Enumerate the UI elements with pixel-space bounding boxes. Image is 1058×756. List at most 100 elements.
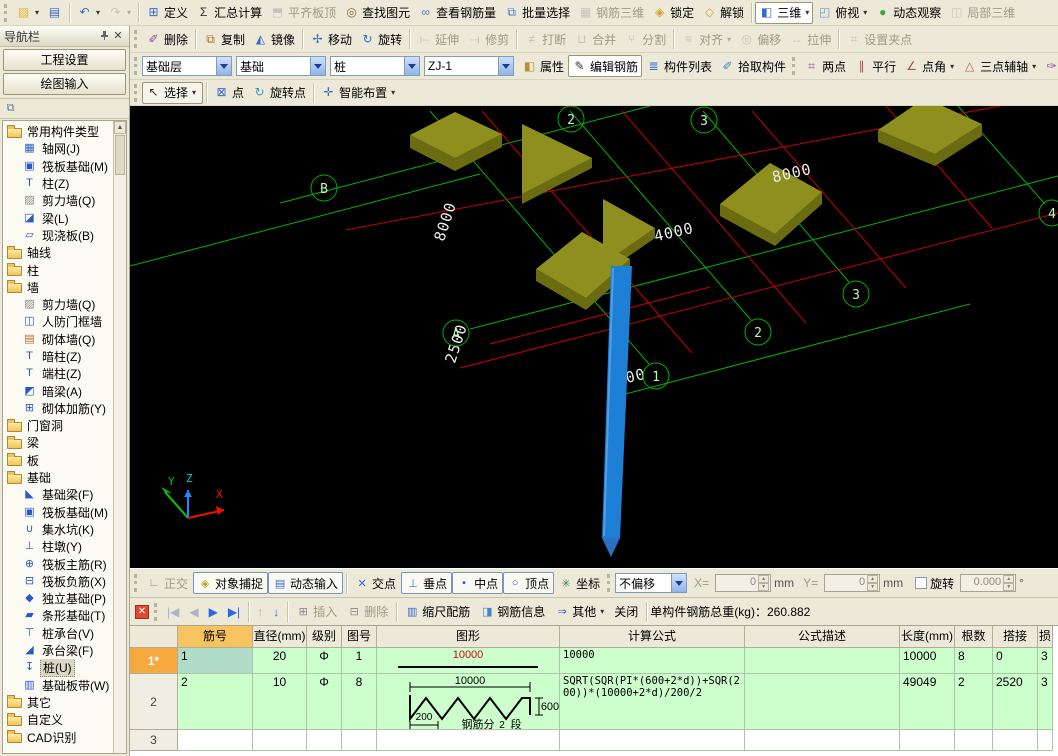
two-point-axis-button[interactable]: ⌗两点 [800,55,850,77]
toolbar-gripper[interactable] [792,57,797,75]
combo-dropdown-icon[interactable] [671,574,686,592]
sigma-button[interactable]: Σ汇总计算 [192,2,266,24]
tree-item-shear-wall[interactable]: ▨剪力墙(Q) [5,296,112,313]
tree-item-cap-beam[interactable]: ◢承台梁(F) [5,642,112,659]
toolbar-gripper[interactable] [4,4,9,22]
column-header-num[interactable] [130,626,178,648]
close-panel-icon[interactable]: ✕ [111,29,125,43]
cell-loss[interactable]: 3 [1038,674,1053,730]
rotate-spinner[interactable]: ▲▼ [1003,575,1014,591]
table-row[interactable]: 3 [130,730,1058,751]
cell-graphic[interactable]: 10000 [377,648,560,674]
select-arrow-button[interactable]: ↖选择▾ [142,82,203,104]
lock-button[interactable]: ◈锁定 [648,2,698,24]
column-header-loss[interactable]: 损 [1038,626,1053,648]
tree-scrollbar[interactable]: ▲ [113,121,126,753]
cell-formula[interactable]: 10000 [560,648,745,674]
edit-rebar-button[interactable]: ✎编辑钢筋 [568,55,642,77]
cell-tuhao[interactable] [342,730,377,751]
move-button[interactable]: ✢移动 [306,28,356,50]
tree-item-shear-wall[interactable]: ▨剪力墙(Q) [5,192,112,209]
toolbar-gripper[interactable] [134,84,139,102]
three-point-axis-button[interactable]: △三点辅轴▾ [958,55,1040,77]
view-rebar-qty-button[interactable]: ∞查看钢筋量 [414,2,500,24]
batch-select-button[interactable]: ⧉批量选择 [500,2,574,24]
tree-item-pile-cap[interactable]: ⊤桩承台(V) [5,625,112,642]
cell-count[interactable]: 8 [955,648,993,674]
mirror-button[interactable]: ◭镜像 [249,28,299,50]
cell-graphic[interactable]: 10000600200钢筋分2段 [377,674,560,730]
rotate-point-place-button[interactable]: ↻旋转点 [248,82,310,104]
table-row[interactable]: 1*120Φ1100001000010000803 [130,648,1058,674]
table-row[interactable]: 2210Φ810000600200钢筋分2段SQRT(SQR(PI*(600+2… [130,674,1058,730]
tree-item-foundation-beam[interactable]: ◣基础梁(F) [5,486,112,503]
scroll-up-icon[interactable]: ▲ [114,121,126,134]
rotate-checkbox[interactable] [915,577,927,589]
find-element-button[interactable]: ◎查找图元 [340,2,414,24]
dropdown-arrow-icon[interactable]: ▾ [727,35,731,44]
tree-item-masonry-rebar[interactable]: ⊞砌体加筋(Y) [5,400,112,417]
save-button[interactable]: ▤ [43,2,66,24]
row-header[interactable]: 2 [130,674,178,730]
tree-item-column-pier[interactable]: ⊥柱墩(Y) [5,538,112,555]
tree-item-column[interactable]: T端柱(Z) [5,365,112,382]
dropdown-arrow-icon[interactable]: ▾ [600,607,604,616]
scale-rebar-button[interactable]: ▥缩尺配筋 [400,601,475,623]
cell-lap[interactable]: 0 [993,648,1038,674]
column-header-len[interactable]: 长度(mm) [900,626,955,648]
tree-item-hidden-beam[interactable]: ◩暗梁(A) [5,382,112,399]
toolbar-gripper[interactable] [134,57,139,75]
cell-jh[interactable] [178,730,253,751]
tree-item-raft-slab[interactable]: ▣筏板基础(M) [5,504,112,521]
column-header-lap[interactable]: 搭接 [993,626,1038,648]
cell-lap[interactable] [993,730,1038,751]
column-header-level[interactable]: 级别 [307,626,342,648]
component-list-button[interactable]: ≣构件列表 [642,55,716,77]
tree-item-beam[interactable]: ◪梁(L) [5,209,112,226]
define-button[interactable]: ⊞定义 [142,2,192,24]
properties-button[interactable]: ◧属性 [518,55,568,77]
vertex-snap-button[interactable]: ○顶点 [503,572,554,594]
cell-desc[interactable] [745,730,900,751]
combo-dropdown-icon[interactable] [404,57,419,75]
tree-item-cast-slab[interactable]: ▱现浇板(B) [5,227,112,244]
column-header-desc[interactable]: 公式描述 [745,626,900,648]
other-menu-button[interactable]: ⇒其他▾ [550,601,609,623]
column-header-count[interactable]: 根数 [955,626,993,648]
cube-top-button[interactable]: ◰俯视▾ [813,2,871,24]
layer-filter-icon[interactable]: ⧉ [3,101,18,116]
component-name-combo[interactable]: ZJ-1 [424,56,514,76]
unlock-button[interactable]: ◇解锁 [698,2,748,24]
orbit-button[interactable]: ●动态观察 [871,2,945,24]
toolbar-gripper[interactable] [154,603,159,621]
cube-3d-button[interactable]: ◧三维▾ [755,2,813,24]
combo-dropdown-icon[interactable] [498,57,513,75]
cell-jh[interactable]: 2 [178,674,253,730]
column-header-tuhao[interactable]: 图号 [342,626,377,648]
tree-item-column[interactable]: T暗柱(Z) [5,348,112,365]
cell-level[interactable]: Φ [307,648,342,674]
cell-level[interactable]: Φ [307,674,342,730]
row-header[interactable]: 1* [130,648,178,674]
cell-d[interactable]: 10 [253,674,307,730]
rotate-angle-field[interactable]: 0.000▲▼ [960,574,1016,592]
x-spinner[interactable]: ▲▼ [758,575,769,591]
pin-icon[interactable] [97,29,111,43]
brush-button[interactable]: ✑ [1040,55,1058,77]
nav-last-button[interactable]: ▶| [223,601,245,623]
close-panel-button[interactable]: 关闭 [609,601,643,623]
cell-desc[interactable] [745,674,900,730]
object-snap-button[interactable]: ◈对象捕捉 [193,572,268,594]
tree-item-door-frame-wall[interactable]: ◫人防门框墙 [5,313,112,330]
tree-item-folder[interactable]: 墙 [5,279,112,296]
midpoint-snap-button[interactable]: ▪中点 [452,572,503,594]
parallel-axis-button[interactable]: ∥平行 [850,55,900,77]
cell-d[interactable]: 20 [253,648,307,674]
delete-brush-button[interactable]: ✐删除 [142,28,192,50]
tree-item-raft-slab[interactable]: ▣筏板基础(M) [5,158,112,175]
offset-mode-combo[interactable]: 不偏移 [615,573,687,593]
y-spinner[interactable]: ▲▼ [867,575,878,591]
dropdown-arrow-icon[interactable]: ▾ [192,88,196,97]
cell-level[interactable] [307,730,342,751]
tree-item-folder[interactable]: 轴线 [5,244,112,261]
